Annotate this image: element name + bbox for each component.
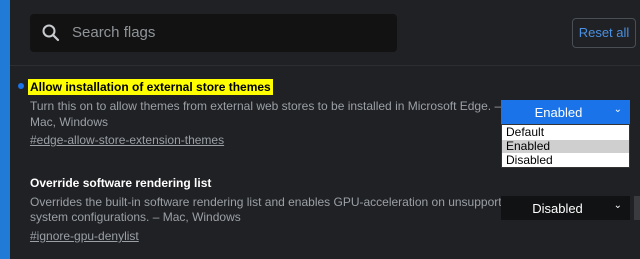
select-value: Enabled (534, 105, 583, 120)
flag-description-cont: system configurations. – Mac, Windows (30, 210, 241, 224)
flags-list: Allow installation of external store the… (10, 65, 640, 259)
chevron-down-icon: ⌄ (613, 104, 622, 115)
flag-description: Turn this on to allow themes from extern… (30, 99, 502, 113)
select-dropdown-list: Default Enabled Disabled (501, 124, 630, 168)
option-enabled[interactable]: Enabled (502, 140, 629, 153)
reset-all-button[interactable]: Reset all (572, 18, 636, 48)
search-input[interactable]: Search flags (72, 24, 155, 41)
option-default[interactable]: Default (502, 126, 629, 139)
modified-indicator-dot (18, 83, 24, 89)
flag-state-select[interactable]: Enabled ⌄ (501, 100, 630, 124)
search-icon (42, 24, 60, 42)
flag-description: Overrides the built-in software renderin… (30, 195, 515, 209)
flag-state-select[interactable]: Disabled ⌄ (501, 196, 630, 220)
flag-platforms: Mac, Windows (30, 115, 109, 129)
chevron-down-icon: ⌄ (613, 200, 622, 211)
flag-tag-link[interactable]: #edge-allow-store-extension-themes (30, 133, 224, 147)
search-box[interactable]: Search flags (30, 14, 397, 52)
flag-title: Allow installation of external store the… (28, 79, 273, 95)
option-disabled[interactable]: Disabled (502, 154, 629, 167)
scrollbar[interactable] (634, 196, 640, 220)
top-bar: Search flags Reset all (10, 0, 640, 66)
select-value: Disabled (532, 201, 583, 216)
flag-title: Override software rendering list (30, 176, 212, 190)
flags-page: Search flags Reset all Allow installatio… (10, 0, 640, 259)
flag-tag-link[interactable]: #ignore-gpu-denylist (30, 229, 139, 243)
